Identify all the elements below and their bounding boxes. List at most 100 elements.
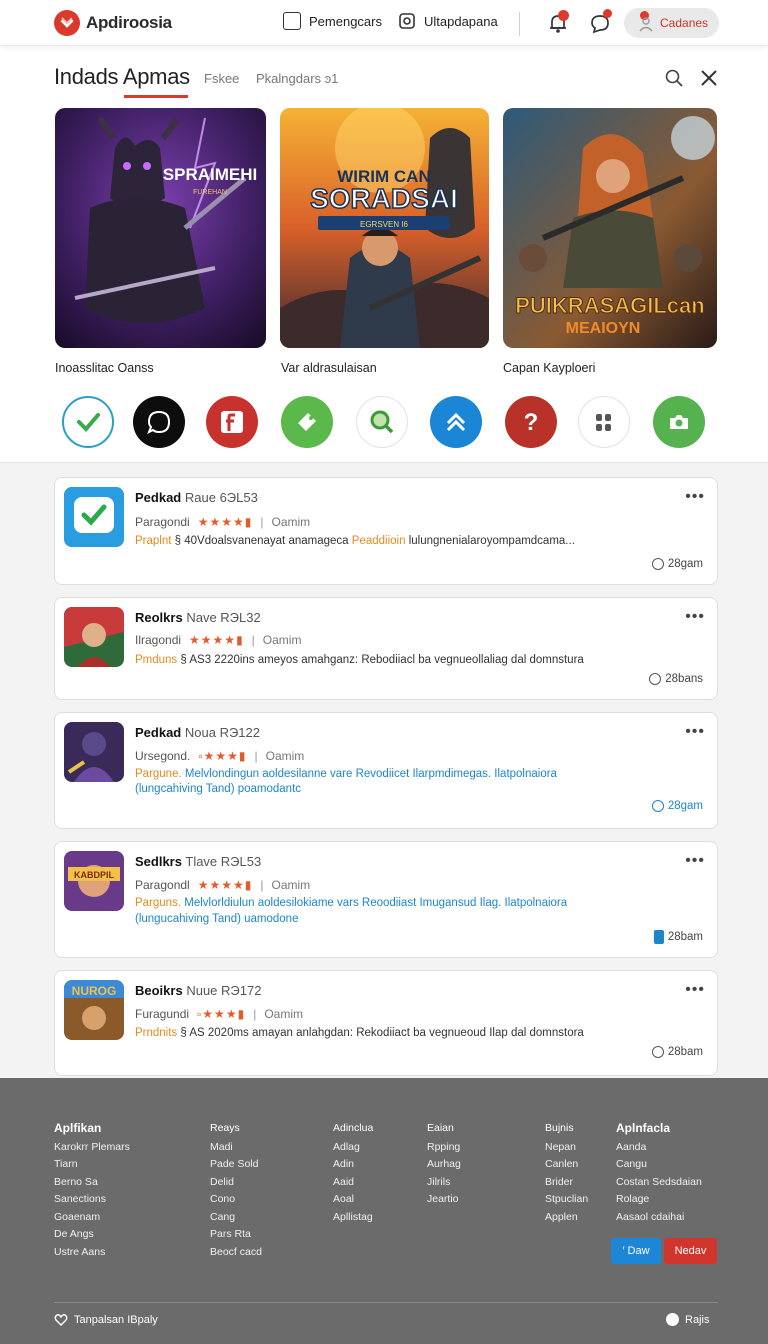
footer-link[interactable]: Apllistag [333, 1209, 373, 1227]
tag-icon [298, 413, 316, 431]
list-item[interactable]: Reolkrs Nave RЭL32 Ilragondi ★★★★▮ | Oam… [54, 597, 718, 700]
grid-icon [596, 414, 611, 431]
message-dot [603, 9, 612, 18]
list-item[interactable]: Pedkad Noua RЭ122 Ursegond. ▫★★★▮ | Oami… [54, 712, 718, 829]
app-thumbnail [64, 487, 124, 547]
footer-bottom-right[interactable]: Rajis [666, 1313, 709, 1326]
brand[interactable]: Apdiroosia [54, 10, 172, 36]
item-meta: Noua RЭ122 [184, 725, 260, 740]
footer-link[interactable]: Tiarn [54, 1156, 130, 1174]
footer-link[interactable]: Pade Sold [210, 1156, 262, 1174]
footer-link[interactable]: Berno Sa [54, 1174, 130, 1192]
rating-stars-icon: ★★★★▮ [197, 878, 253, 892]
footer-link[interactable]: Aasaol cdaihai [616, 1209, 702, 1227]
item-description: Praplnt § 40Vdoalsvanenayat anamageca Pe… [135, 535, 615, 547]
more-options-icon[interactable]: ••• [685, 852, 705, 870]
svg-text:MEAIOYN: MEAIOYN [566, 320, 641, 337]
footer-link[interactable]: Stpuclian [545, 1191, 588, 1209]
list-item[interactable]: KABDPIL Sedlkrs Tlave RЭL53 Paragondl ★★… [54, 841, 718, 958]
more-options-icon[interactable]: ••• [685, 981, 705, 999]
account-pill[interactable]: Cadanes [624, 8, 719, 38]
app-thumbnail: KABDPIL [64, 851, 124, 911]
user-icon [639, 17, 653, 32]
search-icon[interactable] [664, 68, 684, 88]
app-search-button[interactable] [356, 396, 408, 448]
app-tag-button[interactable] [281, 396, 333, 448]
app-camera-button[interactable] [653, 396, 705, 448]
footer-divider [54, 1302, 718, 1303]
badge-icon [653, 930, 664, 944]
footer-link[interactable]: Canlen [545, 1156, 588, 1174]
divider-bar: | [254, 749, 258, 763]
clock-icon [651, 1046, 664, 1058]
nav-link-2[interactable]: Ultapdapana [398, 12, 498, 30]
desc-tag: Parguns. [135, 897, 182, 909]
footer-link[interactable]: Aoal [333, 1191, 373, 1209]
footer-link[interactable]: Cono [210, 1191, 262, 1209]
brand-logo-icon [54, 10, 80, 36]
time-text: 28gam [667, 558, 703, 570]
footer-link[interactable]: Adin [333, 1156, 373, 1174]
app-chat-button[interactable] [133, 396, 185, 448]
app-check-button[interactable] [62, 396, 114, 448]
notification-button[interactable] [546, 10, 570, 35]
footer-link[interactable]: Delid [210, 1174, 262, 1192]
footer-link[interactable]: De Angs [54, 1226, 130, 1244]
game-banner-3[interactable]: PUIKRASAGILcan MEAIOYN [503, 108, 717, 348]
nav-link-1[interactable]: Pemengcars [283, 12, 382, 30]
footer-link[interactable]: Applen [545, 1209, 588, 1227]
game-banner-2[interactable]: WIRIM CAN SORADSAI EGRSVEN I6 [280, 108, 489, 348]
list-item[interactable]: NUROG Beoikrs Nuue RЭ172 Furagundi ▫★★★▮… [54, 970, 718, 1076]
footer-bottom-left[interactable]: Tanpalsan IBpaly [54, 1313, 158, 1327]
list-item[interactable]: Pedkad Raue 6ЭL53 Paragondi ★★★★▮ | Oami… [54, 477, 718, 585]
item-title-text: Reolkrs [135, 610, 183, 625]
item-description: Prndnits § AS 2020ms amayan anlahgdan: R… [135, 1027, 635, 1039]
search-icon [370, 410, 394, 434]
footer-link[interactable]: Rolage [616, 1191, 702, 1209]
more-options-icon[interactable]: ••• [685, 723, 705, 741]
footer-link[interactable]: Sanections [54, 1191, 130, 1209]
footer-link[interactable]: Jeartio [427, 1191, 461, 1209]
footer-link[interactable]: Rpping [427, 1139, 461, 1157]
item-description: Parguns. Melvlorldiulun aoldesilokiame v… [135, 897, 635, 909]
footer-link[interactable]: Madi [210, 1139, 262, 1157]
footer-heading: Adinclua [333, 1122, 374, 1134]
footer-bottom-right-text: Rajis [685, 1313, 710, 1326]
item-title: Beoikrs Nuue RЭ172 [135, 983, 261, 998]
app-question-button[interactable]: ? [505, 396, 557, 448]
app-thumbnail [64, 722, 124, 782]
tab-pkalngdars[interactable]: Pkalngdars ͽ1 [256, 71, 338, 86]
list-icon [283, 12, 301, 30]
messages-button[interactable] [588, 9, 612, 35]
footer-link[interactable]: Cangu [616, 1156, 702, 1174]
more-options-icon[interactable]: ••• [685, 608, 705, 626]
tab-fskee[interactable]: Fskee [204, 71, 239, 86]
footer-link[interactable]: Brider [545, 1174, 588, 1192]
close-icon[interactable] [699, 68, 719, 88]
desc-tag: Pmduns [135, 654, 178, 666]
footer-link[interactable]: Cang [210, 1209, 262, 1227]
footer-link[interactable]: Goaenam [54, 1209, 130, 1227]
app-grid-button[interactable] [578, 396, 630, 448]
footer-link[interactable]: Aanda [616, 1139, 702, 1157]
footer-link[interactable]: Adlag [333, 1139, 373, 1157]
camera-icon [670, 415, 688, 429]
footer-link[interactable]: Aurhag [427, 1156, 461, 1174]
game-banner-1[interactable]: SPRAIMEHI FUREHAN [55, 108, 266, 348]
footer-link[interactable]: Aaid [333, 1174, 373, 1192]
footer-blue-button[interactable]: ′ Daw [611, 1238, 661, 1264]
footer-link[interactable]: Costan Sedsdaian [616, 1174, 702, 1192]
footer-link[interactable]: Ustre Aans [54, 1244, 130, 1262]
footer-link[interactable]: Pars Rta [210, 1226, 262, 1244]
footer-link[interactable]: Beocf cacd [210, 1244, 262, 1262]
app-chevron-button[interactable] [430, 396, 482, 448]
app-f-button[interactable] [206, 396, 258, 448]
footer-link[interactable]: Nepan [545, 1139, 588, 1157]
footer-link[interactable]: Jilrils [427, 1174, 461, 1192]
more-options-icon[interactable]: ••• [685, 488, 705, 506]
footer-link[interactable]: Karokrr Plemars [54, 1139, 130, 1157]
desc-text: § AS3 2220ins ameyos amahganz: Rebodiiac… [180, 654, 416, 666]
footer-red-button[interactable]: Nedav [664, 1238, 717, 1264]
item-description-line2: (lungucahiving Tand) uamodone [135, 913, 299, 925]
svg-text:FUREHAN: FUREHAN [193, 189, 227, 196]
